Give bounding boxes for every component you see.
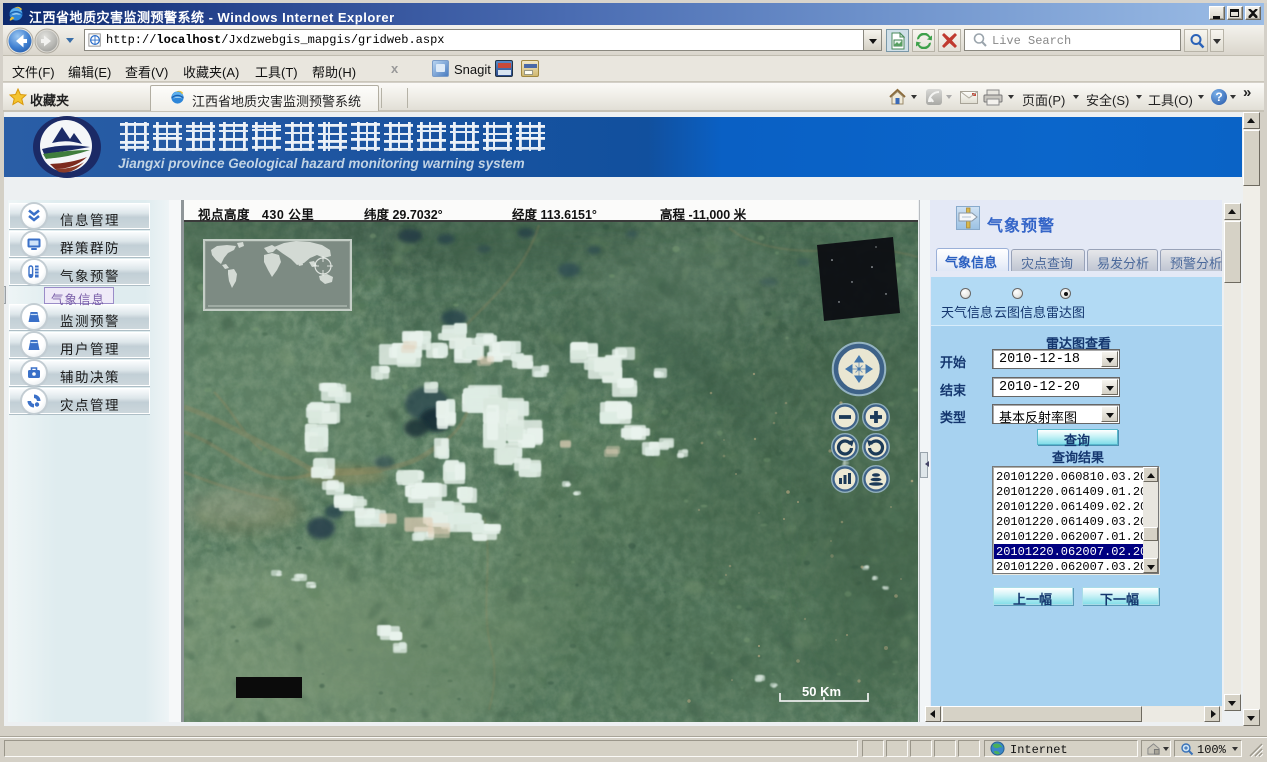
svg-text:50 Km: 50 Km: [802, 684, 841, 699]
